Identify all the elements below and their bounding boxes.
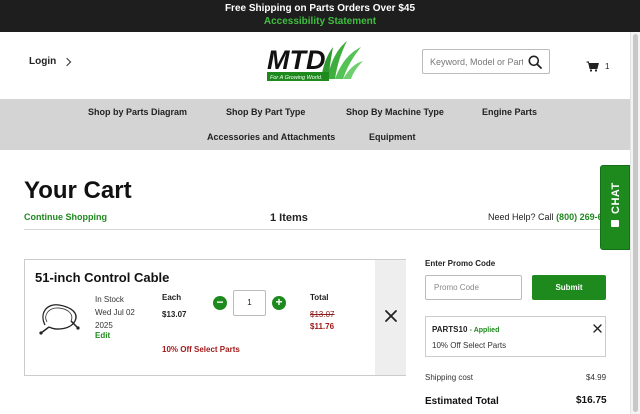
item-name[interactable]: 51-inch Control Cable [35,270,169,285]
header-divider [24,229,606,230]
main-navigation: Shop by Parts Diagram Shop By Part Type … [0,99,630,150]
help-line: Need Help? Call (800) 269-621 [488,212,613,222]
promo-submit-button[interactable]: Submit [532,275,606,300]
search-icon[interactable] [528,55,542,69]
nav-shop-by-part-type[interactable]: Shop By Part Type [226,107,305,117]
shipping-cost-value: $4.99 [586,373,607,382]
chat-bubble-icon [611,220,619,227]
edit-item-link[interactable]: Edit [95,331,110,340]
nav-engine-parts[interactable]: Engine Parts [482,107,537,117]
delivery-date-line1: Wed Jul 02 [95,308,135,317]
total-price-label: Total [310,293,329,302]
chat-label: CHAT [610,182,622,214]
decrease-quantity-button[interactable]: − [213,296,227,310]
nav-accessories-and-attachments[interactable]: Accessories and Attachments [207,132,335,142]
nav-shop-by-parts-diagram[interactable]: Shop by Parts Diagram [88,107,187,117]
remove-promo-icon[interactable] [593,324,602,333]
applied-promo-code: PARTS10 - Applied [432,325,500,334]
promo-code-input[interactable] [425,275,522,300]
discounted-total-price: $11.76 [310,322,335,331]
cart-count-badge: 1 [605,61,610,71]
login-link[interactable]: Login [29,56,72,67]
mtd-logo[interactable]: MTD For A Growing World. [265,37,365,83]
applied-status: Applied [473,327,500,334]
quantity-field[interactable]: 1 [233,290,266,316]
cart-item-card: 51-inch Control Cable In Stock Wed Jul 0… [24,259,406,376]
estimated-total-value: $16.75 [576,395,607,406]
promo-code-heading: Enter Promo Code [425,259,496,268]
announcement-bar: Free Shipping on Parts Orders Over $45 A… [0,0,640,32]
continue-shopping-link[interactable]: Continue Shopping [24,212,107,222]
each-price-value: $13.07 [162,310,187,319]
chat-button[interactable]: CHAT [600,165,630,250]
nav-shop-by-machine-type[interactable]: Shop By Machine Type [346,107,444,117]
page-scrollbar[interactable] [630,32,640,414]
page-title: Your Cart [24,177,132,204]
cart-items-count: 1 Items [270,212,308,224]
free-shipping-text: Free Shipping on Parts Orders Over $45 [224,3,416,14]
site-header: Login MTD For A Growing World. 1 [0,32,630,99]
item-promo-note: 10% Off Select Parts [162,345,240,354]
control-cable-image[interactable] [37,295,81,339]
estimated-total-label: Estimated Total [425,396,499,407]
login-label: Login [29,56,57,67]
nav-equipment[interactable]: Equipment [369,132,416,142]
search-bar [422,49,550,74]
stock-info: In Stock Wed Jul 02 2025 [95,293,135,332]
original-total-price: $13.07 [310,310,335,319]
cart-link[interactable]: 1 [586,59,616,73]
accessibility-statement-link[interactable]: Accessibility Statement [0,16,640,27]
shipping-cost-label: Shipping cost [425,373,474,382]
chevron-right-icon [62,57,72,66]
scrollbar-thumb[interactable] [633,34,638,412]
each-price-label: Each [162,293,182,302]
applied-code-text: PARTS10 [432,325,468,334]
logo-wordmark: MTD [267,45,325,75]
applied-promo-box: PARTS10 - Applied 10% Off Select Parts [425,316,606,357]
increase-quantity-button[interactable]: + [272,296,286,310]
shopping-cart-icon [586,61,599,72]
applied-promo-description: 10% Off Select Parts [432,341,507,350]
logo-tagline: For A Growing World. [270,75,322,81]
help-prefix: Need Help? Call [488,212,554,222]
search-input[interactable] [423,50,523,73]
stock-status: In Stock [95,295,124,304]
remove-item-icon[interactable] [384,309,398,323]
